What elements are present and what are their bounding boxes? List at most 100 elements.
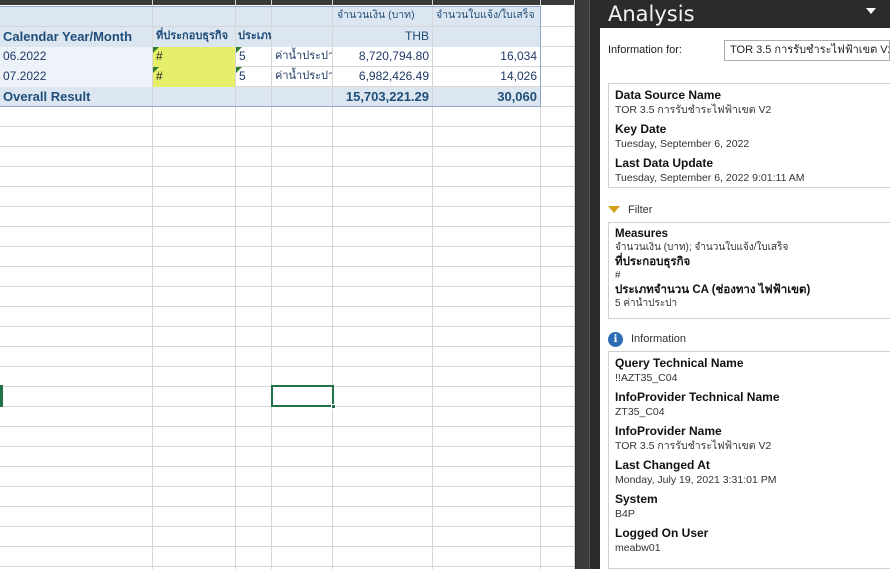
infoprovider-name-value: TOR 3.5 การรับชำระไฟฟ้าเขต V2 [615, 440, 772, 452]
period-cell[interactable]: 06.2022 [0, 47, 152, 67]
information-box: Query Technical Name !!AZT35_C04 InfoPro… [608, 351, 890, 569]
funnel-icon [608, 205, 620, 213]
filter-title: Filter [628, 204, 653, 216]
overall-result-label[interactable]: Overall Result [0, 87, 152, 107]
measures-label: Measures [615, 228, 669, 240]
measures-value: จำนวนเงิน (บาท); จำนวนใบแจ้ง/ใบเสร็จ [615, 242, 789, 253]
business-area-cell[interactable]: # [153, 67, 235, 87]
type-filter-value: 5 ค่าน้ำประปา [615, 298, 678, 309]
header-cell-empty[interactable] [272, 6, 332, 26]
row-line [0, 306, 575, 307]
analysis-pane: Analysis Information for: TOR 3.5 การรับ… [600, 0, 890, 569]
active-row-marker [0, 385, 3, 407]
comment-marker-icon [236, 67, 242, 73]
row-line [0, 186, 575, 187]
information-title: Information [631, 333, 687, 345]
filter-box: Measures จำนวนเงิน (บาท); จำนวนใบแจ้ง/ใบ… [608, 222, 890, 319]
row-line [0, 526, 575, 527]
overall-count[interactable]: 30,060 [433, 87, 540, 107]
row-line [0, 466, 575, 467]
type-code-cell[interactable]: 5 [236, 47, 271, 67]
information-for-label: Information for: [608, 44, 682, 56]
data-source-name-label: Data Source Name [615, 88, 722, 102]
row-line [0, 326, 575, 327]
count-cell[interactable]: 16,034 [433, 47, 540, 67]
logged-on-user-value: meabw01 [615, 542, 661, 554]
row-line [0, 446, 575, 447]
business-area-cell[interactable]: # [153, 47, 235, 67]
query-technical-name-value: !!AZT35_C04 [615, 372, 678, 384]
system-value: B4P [615, 508, 635, 520]
row-line [0, 346, 575, 347]
overall-amount[interactable]: 15,703,221.29 [333, 87, 432, 107]
measure-header-amount[interactable]: จำนวนเงิน (บาท) [333, 6, 432, 26]
measure-header-count[interactable]: จำนวนใบแจ้ง/ใบเสร็จ [433, 6, 540, 26]
infoprovider-name-label: InfoProvider Name [615, 424, 722, 438]
total-cell-empty[interactable] [272, 87, 332, 107]
row-line [0, 506, 575, 507]
info-icon: i [608, 331, 623, 347]
data-source-name-value: TOR 3.5 การรับชำระไฟฟ้าเขต V2 [615, 104, 772, 116]
row-line [0, 366, 575, 367]
business-area-filter-value: # [615, 270, 621, 281]
infoprovider-technical-name-value: ZT35_C04 [615, 406, 665, 418]
active-cell-selection[interactable] [271, 385, 336, 409]
system-label: System [615, 492, 658, 506]
analysis-pane-title: Analysis [608, 2, 695, 26]
business-area-filter-label: ที่ประกอบธุรกิจ [615, 256, 691, 268]
table-border [540, 6, 541, 107]
amount-cell[interactable]: 8,720,794.80 [333, 47, 432, 67]
comment-marker-icon [153, 47, 159, 53]
period-cell[interactable]: 07.2022 [0, 67, 152, 87]
key-date-value: Tuesday, September 6, 2022 [615, 138, 750, 150]
type-filter-label: ประเภทจำนวน CA (ช่องทาง ไฟฟ้าเขต) [615, 284, 811, 296]
row-line [0, 546, 575, 547]
spreadsheet-grid[interactable]: จำนวนเงิน (บาท) จำนวนใบแจ้ง/ใบเสร็จ Cale… [0, 0, 575, 569]
general-info-box: Data Source Name TOR 3.5 การรับชำระไฟฟ้า… [608, 83, 890, 188]
header-cell-empty[interactable] [433, 27, 540, 47]
amount-cell[interactable]: 6,982,426.49 [333, 67, 432, 87]
fill-handle[interactable] [331, 404, 336, 409]
header-cell-empty[interactable] [0, 6, 152, 26]
comment-marker-icon [236, 47, 242, 53]
dimension-header-type[interactable]: ประเภทจำนวน CA (ช่องทาง ไฟฟ้าเขต) [236, 27, 271, 47]
pane-gutter [590, 0, 600, 569]
type-text-cell[interactable]: ค่าน้ำประปา [272, 47, 332, 67]
last-changed-at-value: Monday, July 19, 2021 3:31:01 PM [615, 474, 777, 486]
information-section-header[interactable]: i Information [608, 330, 686, 348]
row-line [0, 246, 575, 247]
dropdown-triangle-icon[interactable] [866, 8, 876, 14]
key-date-label: Key Date [615, 122, 667, 136]
analysis-pane-header: Analysis [600, 0, 890, 28]
infoprovider-technical-name-label: InfoProvider Technical Name [615, 390, 780, 404]
header-cell-empty[interactable] [153, 6, 235, 26]
filter-section-header[interactable]: Filter [608, 201, 652, 219]
header-cell-empty[interactable] [272, 27, 332, 47]
row-line [0, 426, 575, 427]
information-for-select[interactable]: TOR 3.5 การรับชำระไฟฟ้าเขต V2 [724, 40, 890, 61]
cell-area: จำนวนเงิน (บาท) จำนวนใบแจ้ง/ใบเสร็จ Cale… [0, 0, 575, 569]
currency-unit[interactable]: THB [333, 27, 432, 47]
row-line [0, 566, 575, 567]
type-code-cell[interactable]: 5 [236, 67, 271, 87]
row-line [0, 206, 575, 207]
row-line [0, 166, 575, 167]
last-data-update-value: Tuesday, September 6, 2022 9:01:11 AM [615, 172, 805, 184]
row-line [0, 486, 575, 487]
total-cell-empty[interactable] [153, 87, 235, 107]
type-text-cell[interactable]: ค่าน้ำประปา [272, 67, 332, 87]
total-cell-empty[interactable] [236, 87, 271, 107]
row-line [0, 286, 575, 287]
last-data-update-label: Last Data Update [615, 156, 714, 170]
table-border [0, 6, 540, 7]
pane-splitter[interactable] [575, 0, 590, 569]
row-line [0, 226, 575, 227]
last-changed-at-label: Last Changed At [615, 458, 710, 472]
dimension-header-business-area[interactable]: ที่ประกอบธุรกิจ [153, 27, 235, 47]
row-line [0, 266, 575, 267]
header-cell-empty[interactable] [236, 6, 271, 26]
logged-on-user-label: Logged On User [615, 526, 709, 540]
dimension-header-year-month[interactable]: Calendar Year/Month [0, 27, 152, 47]
comment-marker-icon [153, 67, 159, 73]
count-cell[interactable]: 14,026 [433, 67, 540, 87]
